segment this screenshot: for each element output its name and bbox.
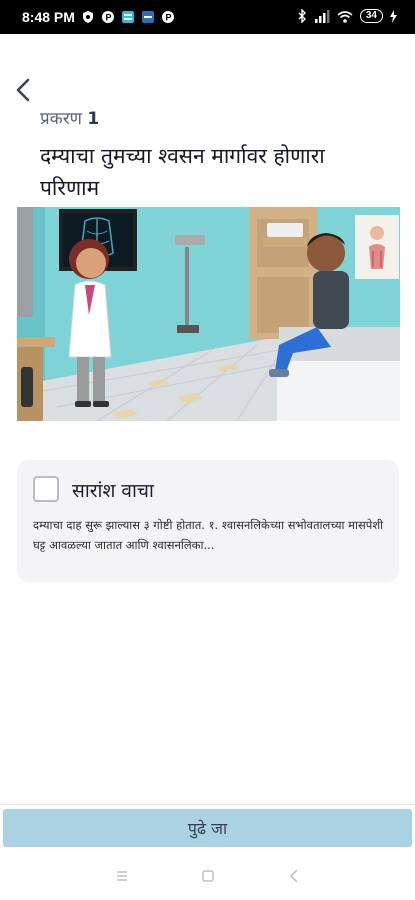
signal-icon: [314, 9, 330, 23]
summary-card[interactable]: सारांश वाचा दम्याचा दाह सुरू झाल्यास ३ ग…: [17, 460, 399, 582]
status-time: 8:48 PM: [22, 9, 75, 25]
app-icon: [121, 11, 134, 23]
bluetooth-icon: [298, 9, 306, 23]
p-icon: P: [161, 11, 174, 23]
wifi-icon: [337, 10, 353, 23]
chapter-number: 1: [87, 109, 100, 129]
next-button[interactable]: पुढे जा: [3, 809, 412, 847]
menu-icon[interactable]: [110, 866, 134, 886]
system-nav-bar: [0, 852, 415, 900]
charging-icon: [390, 9, 397, 23]
home-icon[interactable]: [196, 866, 220, 886]
summary-title: सारांश वाचा: [72, 480, 154, 502]
summary-checkbox[interactable]: [33, 476, 59, 502]
svg-text:P: P: [105, 13, 111, 23]
shield-icon: [82, 11, 93, 23]
chevron-left-icon[interactable]: [12, 76, 36, 104]
chapter-word: प्रकरण: [40, 109, 82, 129]
app-icon: [141, 11, 154, 23]
svg-text:P: P: [165, 13, 171, 23]
chapter-label: प्रकरण 1: [40, 106, 99, 129]
battery-icon: 34: [359, 9, 383, 23]
summary-text: दम्याचा दाह सुरू झाल्यास ३ गोष्टी होतात.…: [33, 518, 384, 552]
page-title: दम्याचा तुमच्या श्वसन मार्गावर होणारा पर…: [40, 144, 325, 200]
clinic-illustration: [17, 207, 400, 421]
back-nav-icon[interactable]: [282, 866, 306, 886]
footer-divider: [0, 804, 415, 805]
p-icon: P: [101, 11, 114, 23]
status-bar: 8:48 PM P P 34: [0, 0, 415, 34]
